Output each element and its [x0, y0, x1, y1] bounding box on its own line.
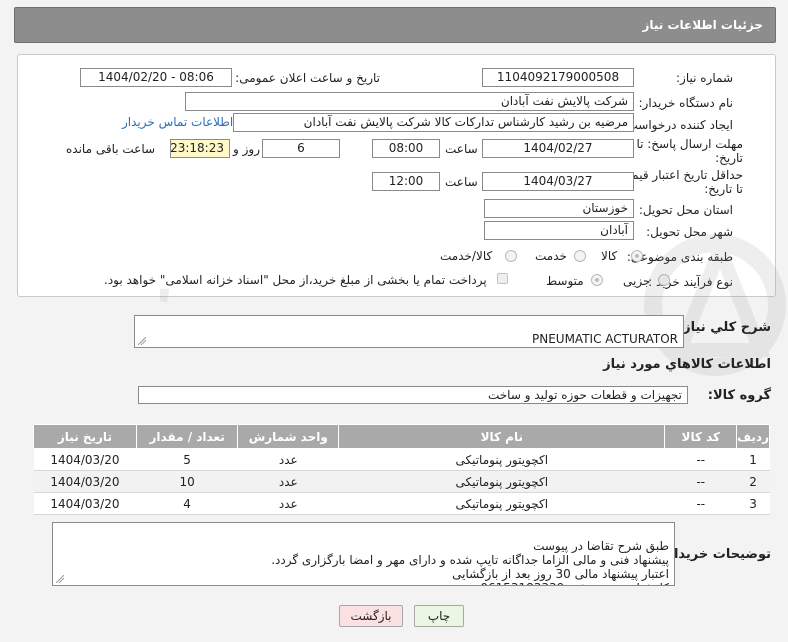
goods-table: ردیف کد کالا نام کالا واحد شمارش تعداد /…: [33, 424, 770, 515]
goods-table-header: ردیف کد کالا نام کالا واحد شمارش تعداد /…: [33, 424, 770, 449]
reply-time-field: 08:00: [372, 139, 440, 158]
cell-unit: عدد: [237, 448, 339, 471]
buyer-notes-text: طبق شرح تقاضا در پیوست پیشنهاد فنی و مال…: [271, 539, 669, 585]
creator-field: مرضیه بن رشید کارشناس تدارکات کالا شرکت …: [233, 113, 634, 132]
cell-row: 3: [736, 492, 770, 515]
days-field: 6: [262, 139, 340, 158]
category-service-radio[interactable]: [574, 250, 586, 262]
city-field: آبادان: [484, 221, 634, 240]
cell-name: اکچویتور پنوماتیکی: [338, 448, 665, 471]
col-row: ردیف: [736, 424, 770, 449]
cell-name: اکچویتور پنوماتیکی: [338, 470, 665, 493]
description-label: شرح کلي نياز:: [677, 320, 771, 335]
buyer-org-field: شرکت پالایش نفت آبادان: [185, 92, 634, 111]
buyer-org-label: نام دستگاه خریدار:: [638, 96, 734, 110]
cell-date: 1404/03/20: [33, 470, 137, 493]
province-field: خوزستان: [484, 199, 634, 218]
cell-row: 2: [736, 470, 770, 493]
cell-code: --: [664, 448, 737, 471]
remaining-time-label: ساعت باقی مانده: [66, 142, 156, 156]
category-goods-service-label: کالا/خدمت: [440, 249, 493, 263]
cell-date: 1404/03/20: [33, 492, 137, 515]
category-service-label: خدمت: [535, 249, 567, 263]
cell-qty: 5: [136, 448, 238, 471]
cell-code: --: [664, 492, 737, 515]
treasury-payment-checkbox[interactable]: [497, 273, 508, 284]
cell-name: اکچویتور پنوماتیکی: [338, 492, 665, 515]
reply-date-field: 1404/02/27: [482, 139, 634, 158]
cell-unit: عدد: [237, 492, 339, 515]
cell-row: 1: [736, 448, 770, 471]
buyer-notes-label: توضیحات خریدار:: [661, 547, 771, 562]
back-button[interactable]: بازگشت: [339, 605, 403, 627]
city-label: شهر محل تحویل:: [646, 225, 733, 239]
announce-date-label: تاریخ و ساعت اعلان عمومی:: [235, 71, 380, 85]
col-name: نام کالا: [338, 424, 666, 449]
resize-handle-icon[interactable]: [56, 575, 64, 583]
days-label: روز و: [233, 142, 260, 156]
page-title: جزئیات اطلاعات نیاز: [642, 18, 763, 32]
resize-handle-icon[interactable]: [138, 337, 146, 345]
col-code: کد کالا: [664, 424, 738, 449]
reply-deadline-label: مهلت ارسال پاسخ: تا: [636, 137, 743, 151]
category-goods-label: کالا: [601, 249, 618, 263]
price-validity-label-2: تا تاریخ:: [704, 182, 743, 196]
category-goods-radio[interactable]: [631, 250, 643, 262]
description-text: PNEUMATIC ACTURATOR: [531, 332, 678, 346]
col-date: تاریخ نیاز: [33, 424, 137, 449]
process-medium-radio[interactable]: [591, 274, 603, 286]
cell-date: 1404/03/20: [33, 448, 137, 471]
reply-time-label: ساعت: [445, 142, 478, 156]
cell-unit: عدد: [237, 470, 339, 493]
price-validity-label: حداقل تاریخ اعتبار قیمت:: [616, 168, 743, 182]
cell-qty: 4: [136, 492, 238, 515]
goods-group-field: تجهیزات و قطعات حوزه تولید و ساخت: [138, 386, 688, 404]
goods-group-label: گروه کالا:: [707, 388, 771, 403]
process-medium-label: متوسط: [546, 274, 584, 288]
cell-code: --: [664, 470, 737, 493]
print-button[interactable]: چاپ: [414, 605, 464, 627]
col-qty: تعداد / مقدار: [135, 424, 239, 449]
cell-qty: 10: [136, 470, 238, 493]
buyer-notes-field: طبق شرح تقاضا در پیوست پیشنهاد فنی و مال…: [52, 522, 675, 586]
treasury-payment-note: پرداخت تمام یا بخشی از مبلغ خرید،از محل …: [104, 273, 487, 287]
category-goods-service-radio[interactable]: [505, 250, 517, 262]
validity-time-field: 12:00: [372, 172, 440, 191]
process-minor-label: جزیی: [623, 274, 651, 288]
description-field: PNEUMATIC ACTURATOR: [134, 315, 684, 348]
page-header: جزئیات اطلاعات نیاز: [14, 7, 776, 43]
table-row: 2 -- اکچویتور پنوماتیکی عدد 10 1404/03/2…: [33, 470, 770, 493]
need-number-field: 1104092179000508: [482, 68, 634, 87]
remaining-time-field: 23:18:23: [170, 139, 230, 158]
table-row: 3 -- اکچویتور پنوماتیکی عدد 4 1404/03/20: [33, 492, 770, 515]
validity-date-field: 1404/03/27: [482, 172, 634, 191]
creator-label: ایجاد کننده درخواست:: [622, 118, 733, 132]
reply-deadline-label-2: تاریخ:: [715, 151, 743, 165]
announce-date-field: 1404/02/20 - 08:06: [80, 68, 232, 87]
goods-section-title: اطلاعات کالاهاي مورد نياز: [603, 357, 771, 372]
validity-time-label: ساعت: [445, 175, 478, 189]
col-unit: واحد شمارش: [237, 424, 340, 449]
table-row: 1 -- اکچویتور پنوماتیکی عدد 5 1404/03/20: [33, 448, 770, 471]
need-number-label: شماره نیاز:: [676, 71, 733, 85]
province-label: استان محل تحویل:: [638, 203, 733, 217]
process-minor-radio[interactable]: [658, 274, 670, 286]
buyer-contact-link[interactable]: اطلاعات تماس خریدار: [122, 115, 233, 129]
